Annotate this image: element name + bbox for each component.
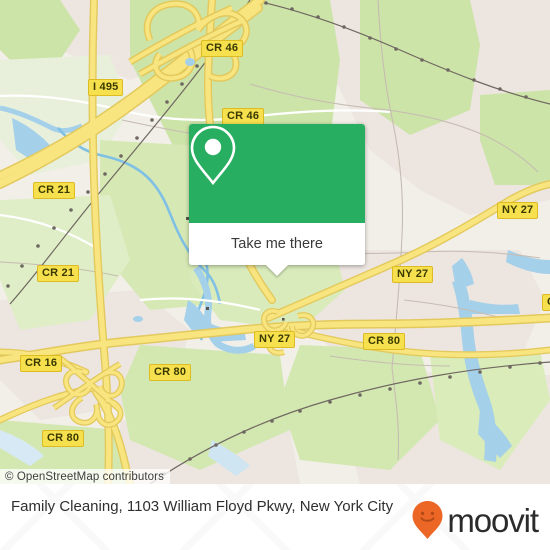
road-shield: CR 21: [33, 182, 76, 199]
road-shield: I 495: [88, 79, 124, 96]
road-shield-label: CR 80: [368, 335, 401, 347]
road-shield: CR 21: [37, 265, 80, 282]
map-canvas[interactable]: CR 46 I 495 CR 46 CR 21 CR 21 NY 27 NY 27 CR 29…: [0, 0, 550, 484]
attribution-text: © OpenStreetMap contributors: [5, 470, 164, 483]
moovit-logo[interactable]: moovit: [411, 500, 539, 540]
road-shield: NY 27: [392, 266, 434, 283]
road-shield-label: CR 21: [38, 184, 71, 196]
map-screenshot: CR 46 I 495 CR 46 CR 21 CR 21 NY 27 NY 27 CR 29…: [0, 0, 550, 550]
road-shield: CR 80: [42, 430, 85, 447]
road-shield: CR 80: [149, 364, 192, 381]
road-shield: CR 46: [222, 108, 265, 125]
road-shield-label: CR 21: [42, 267, 75, 279]
road-shield-label: NY 27: [397, 268, 429, 280]
moovit-wordmark: moovit: [447, 501, 539, 539]
footer-bar: Family Cleaning, 1103 William Floyd Pkwy…: [0, 484, 550, 550]
road-shield: NY 27: [254, 331, 296, 348]
take-me-there-button[interactable]: Take me there: [189, 223, 365, 265]
location-caption: Family Cleaning, 1103 William Floyd Pkwy…: [11, 498, 394, 515]
popup-pointer-tail: [266, 265, 288, 276]
road-shield: CR 16: [20, 355, 63, 372]
road-shield-label: I 495: [93, 81, 119, 93]
map-pin-icon: [190, 125, 236, 186]
road-shield-label: NY 27: [259, 333, 291, 345]
road-shield-label: NY 27: [502, 204, 534, 216]
road-shield-label: CR 16: [25, 357, 58, 369]
road-shield: CR 46: [201, 40, 244, 57]
road-shield: CR 80: [363, 333, 406, 350]
popup-header[interactable]: [189, 124, 365, 223]
road-shield: NY 27: [497, 202, 539, 219]
moovit-smiley-pin-icon: [412, 501, 443, 539]
road-shield-label: CR 80: [47, 432, 80, 444]
road-shield: CR 29: [542, 294, 550, 311]
map-attribution[interactable]: © OpenStreetMap contributors: [0, 469, 170, 484]
road-shield-label: CR 46: [206, 42, 239, 54]
take-me-there-label: Take me there: [231, 236, 323, 252]
road-shield-label: CR 80: [154, 366, 187, 378]
location-popup-card[interactable]: Take me there: [189, 124, 365, 276]
road-shield-label: CR 46: [227, 110, 260, 122]
